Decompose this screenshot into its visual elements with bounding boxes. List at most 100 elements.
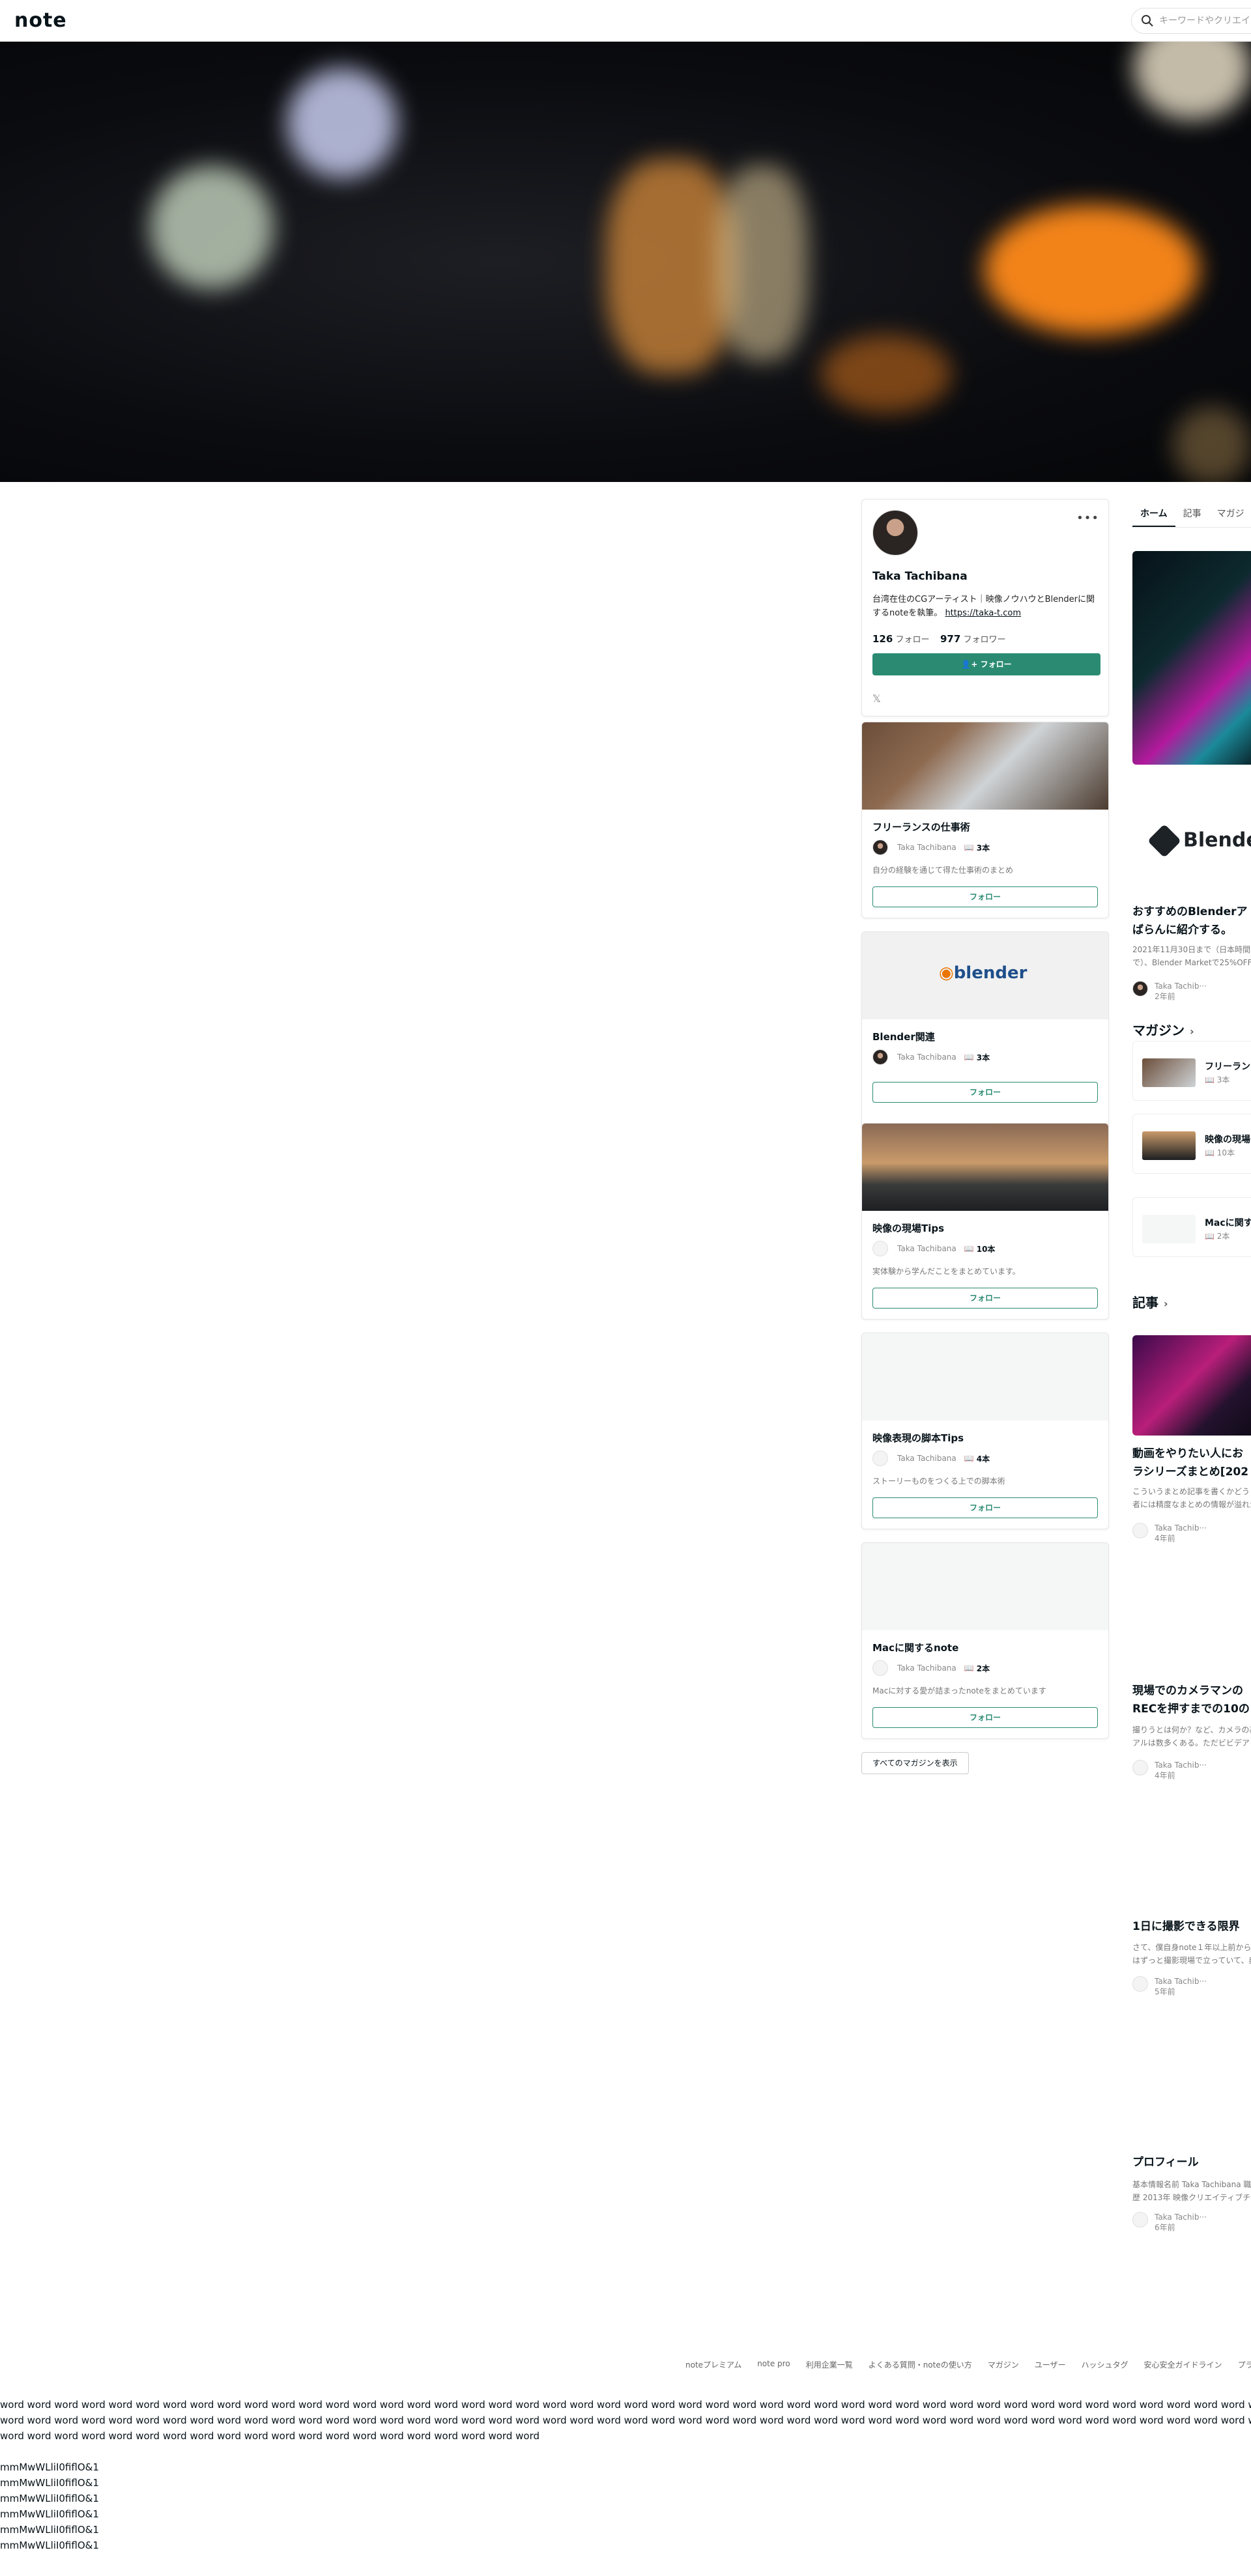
magazine-thumbnail: [1142, 1215, 1196, 1243]
magazine-card[interactable]: Macに関するnote Taka Tachibana 📖 2本 Macに対する愛…: [861, 1542, 1109, 1739]
article-title[interactable]: 現場でのカメラマンの RECを押すまでの10の: [1132, 1682, 1250, 1718]
profile-name[interactable]: Taka Tachibana: [872, 570, 968, 583]
footer-link[interactable]: マガジン: [988, 2359, 1019, 2370]
magazine-title[interactable]: 映像表現の脚本Tips: [872, 1431, 964, 1445]
footer-link[interactable]: ユーザー: [1035, 2359, 1066, 2370]
user-plus-icon: 👤+: [961, 660, 978, 669]
bokeh-light: [717, 165, 808, 361]
header-banner-image: [0, 42, 1251, 482]
magazine-thumbnail: [1142, 1058, 1196, 1087]
magazine-description: 実体験から学んだことをまとめています。: [872, 1267, 1020, 1276]
featured-article-title[interactable]: おすすめのBlenderア ばらんに紹介する。: [1132, 903, 1248, 939]
article-excerpt: こういうまとめ記事を書くかどう 者には精度なまとめの情報が溢れか: [1132, 1487, 1251, 1509]
featured-article-author[interactable]: Taka Tachib··· 2年前: [1132, 981, 1207, 1002]
magazine-follow-button[interactable]: フォロー: [872, 1082, 1098, 1103]
author-avatar: [1132, 981, 1148, 997]
magazine-card[interactable]: フリーランスの仕事術 Taka Tachibana 📖 3本 自分の経験を通じて…: [861, 722, 1109, 918]
tab-home[interactable]: ホーム: [1132, 498, 1175, 527]
author-avatar: [872, 1660, 888, 1676]
article-author[interactable]: Taka Tachib··· 4年前: [1132, 1760, 1207, 1781]
profile-link[interactable]: https://taka-t.com: [945, 608, 1021, 618]
header: note キーワードやクリエイ: [0, 0, 1251, 42]
profile-stats: 126 フォロー 977 フォロワー: [872, 632, 1005, 645]
magazine-title[interactable]: Blender関連: [872, 1030, 935, 1043]
filler-glyph-block: mmMwWLliI0fiflO&1 mmMwWLliI0fiflO&1 mmMw…: [0, 2461, 99, 2551]
book-icon: 📖: [964, 1663, 974, 1673]
magazine-list-item[interactable]: Macに関す 📖 2本: [1132, 1197, 1251, 1257]
magazine-card[interactable]: ◉blender Blender関連 Taka Tachibana 📖 3本 フ…: [861, 931, 1109, 1128]
blender-icon: [1147, 823, 1182, 858]
book-icon: 📖: [1205, 1075, 1215, 1084]
magazine-description: Macに対する愛が詰まったnoteをまとめています: [872, 1686, 1046, 1695]
bokeh-light: [821, 335, 951, 413]
profile-avatar[interactable]: [872, 510, 918, 556]
more-options-icon[interactable]: •••: [1076, 511, 1099, 525]
tab-magazines[interactable]: マガジ: [1209, 498, 1251, 527]
article-thumbnail[interactable]: [1132, 1335, 1251, 1436]
book-icon: 📖: [964, 1244, 974, 1253]
magazine-list-item[interactable]: 映像の現場 📖 10本: [1132, 1114, 1251, 1174]
article-excerpt: 撮りうとは何か？など、カメラの基 アルは数多くある。ただビビデア: [1132, 1725, 1251, 1748]
book-icon: 📖: [1205, 1148, 1215, 1157]
magazine-title[interactable]: フリーランスの仕事術: [872, 820, 970, 834]
magazine-thumbnail: ◉blender: [862, 932, 1108, 1019]
footer-link[interactable]: プラ: [1238, 2359, 1251, 2370]
article-author[interactable]: Taka Tachib··· 6年前: [1132, 2212, 1207, 2233]
magazine-list-item[interactable]: フリーラン 📖 3本: [1132, 1041, 1251, 1101]
all-magazines-button[interactable]: すべてのマガジンを表示: [861, 1752, 969, 1774]
magazine-title[interactable]: 映像の現場Tips: [872, 1221, 944, 1235]
follower-count[interactable]: 977: [940, 633, 960, 645]
follow-label: フォロー: [895, 635, 930, 645]
magazine-card[interactable]: 映像表現の脚本Tips Taka Tachibana 📖 4本 ストーリーものを…: [861, 1333, 1109, 1529]
magazine-meta: Taka Tachibana 📖 2本: [872, 1660, 990, 1676]
footer-link[interactable]: 安心安全ガイドライン: [1144, 2359, 1222, 2370]
magazine-meta: Taka Tachibana 📖 4本: [872, 1451, 990, 1466]
article-author[interactable]: Taka Tachib··· 5年前: [1132, 1976, 1207, 1997]
magazine-follow-button[interactable]: フォロー: [872, 886, 1098, 907]
page: note キーワードやクリエイ ••• Taka Tachibana 台湾在住の…: [0, 0, 1251, 2576]
search-icon: [1142, 15, 1153, 27]
footer-link[interactable]: ハッシュタグ: [1082, 2359, 1129, 2370]
bokeh-light: [1173, 406, 1251, 482]
bokeh-light: [984, 205, 1199, 335]
magazine-follow-button[interactable]: フォロー: [872, 1288, 1098, 1309]
magazine-follow-button[interactable]: フォロー: [872, 1497, 1098, 1518]
footer-link[interactable]: 利用企業一覧: [806, 2359, 853, 2370]
magazine-meta: Taka Tachibana 📖 10本: [872, 1241, 995, 1256]
follow-button[interactable]: 👤+ フォロー: [872, 653, 1100, 675]
magazine-thumbnail: [862, 1124, 1108, 1211]
magazine-thumbnail: [862, 1543, 1108, 1630]
follow-count[interactable]: 126: [872, 633, 893, 645]
featured-article-excerpt: 2021年11月30日まで（日本時間で で）、Blender Marketで25…: [1132, 945, 1251, 967]
footer-link[interactable]: noteプレミアム: [685, 2359, 741, 2370]
article-author[interactable]: Taka Tachib··· 4年前: [1132, 1523, 1207, 1544]
author-avatar: [872, 840, 888, 855]
search-placeholder: キーワードやクリエイ: [1159, 16, 1250, 26]
follower-label: フォロワー: [963, 635, 1006, 645]
magazine-card[interactable]: 映像の現場Tips Taka Tachibana 📖 10本 実体験から学んだこ…: [861, 1123, 1109, 1320]
article-title[interactable]: 動画をやりたい人にお ラシリーズまとめ[202: [1132, 1445, 1248, 1481]
footer-link[interactable]: よくある質問・noteの使い方: [869, 2359, 972, 2370]
tab-articles[interactable]: 記事: [1175, 498, 1209, 527]
magazine-meta: Taka Tachibana 📖 3本: [872, 840, 990, 855]
filler-text-block: word word word word word word word word …: [0, 2399, 1251, 2442]
profile-card: ••• Taka Tachibana 台湾在住のCGアーティスト｜映像ノウハウと…: [861, 499, 1109, 716]
author-avatar: [872, 1241, 888, 1256]
footer-link[interactable]: note pro: [757, 2359, 790, 2370]
articles-section-heading[interactable]: 記事 ›: [1132, 1292, 1168, 1311]
search-input[interactable]: キーワードやクリエイ: [1131, 8, 1251, 34]
note-logo[interactable]: note: [14, 9, 67, 32]
magazine-thumbnail: [1142, 1131, 1196, 1160]
x-logo-icon[interactable]: 𝕏: [872, 692, 881, 705]
magazine-section-heading[interactable]: マガジン ›: [1132, 1020, 1194, 1039]
magazine-thumbnail: [862, 1333, 1108, 1421]
author-avatar: [1132, 1976, 1148, 1992]
featured-image[interactable]: [1132, 551, 1251, 765]
magazine-title[interactable]: Macに関するnote: [872, 1641, 958, 1654]
article-title[interactable]: プロフィール: [1132, 2153, 1199, 2172]
author-avatar: [872, 1451, 888, 1466]
magazine-follow-button[interactable]: フォロー: [872, 1707, 1098, 1728]
article-title[interactable]: 1日に撮影できる限界: [1132, 1918, 1240, 1936]
chevron-right-icon: ›: [1190, 1025, 1194, 1038]
bokeh-light: [287, 68, 397, 178]
